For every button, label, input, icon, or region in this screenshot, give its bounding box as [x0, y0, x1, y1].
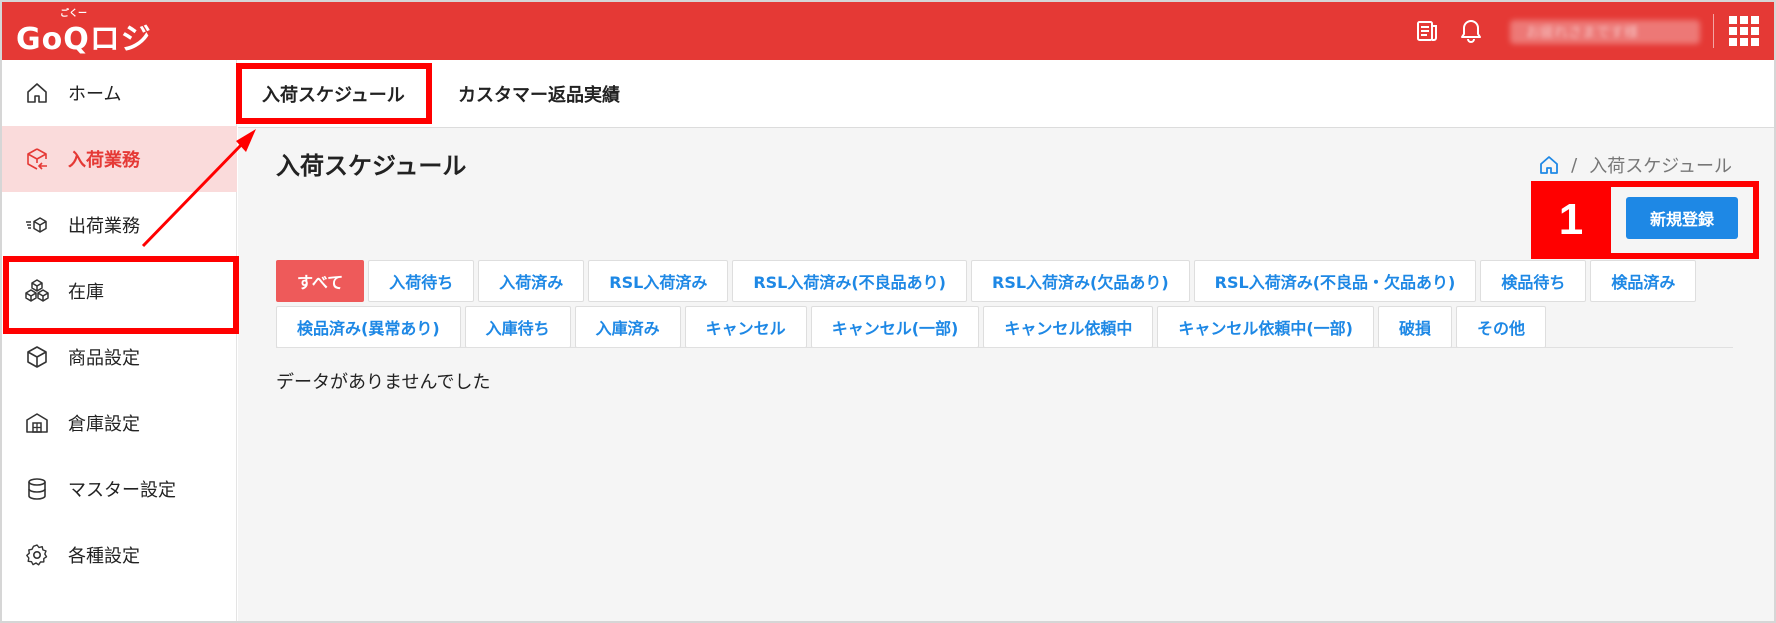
page-title: 入荷スケジュール	[276, 152, 467, 180]
sidebar-item-master-settings[interactable]: マスター設定	[2, 456, 237, 522]
filter-chip[interactable]: RSL入荷済み(不良品・欠品あり)	[1193, 260, 1477, 302]
filter-chip[interactable]: その他	[1456, 306, 1547, 348]
filter-chip[interactable]: キャンセル	[684, 306, 807, 348]
annotation-box-tab	[236, 63, 432, 124]
annotation-box-inventory	[3, 256, 239, 334]
tab-customer-returns[interactable]: カスタマー返品実績	[458, 60, 620, 128]
filter-chip[interactable]: 破損	[1377, 306, 1452, 348]
filter-chip[interactable]: RSL入荷済み(不良品あり)	[732, 260, 967, 302]
sidebar-item-label: 各種設定	[68, 546, 140, 567]
filter-chip[interactable]: キャンセル依頼中(一部)	[1157, 306, 1374, 348]
cube-icon	[24, 344, 50, 370]
filter-chip[interactable]: 検品済み	[1590, 260, 1697, 302]
bell-icon[interactable]	[1458, 18, 1484, 44]
sidebar-item-label: 入荷業務	[68, 150, 140, 171]
sidebar-item-warehouse-settings[interactable]: 倉庫設定	[2, 390, 237, 456]
tab-bar: 入荷スケジュール カスタマー返品実績	[238, 60, 1774, 128]
logo-ruby: ごくー	[60, 9, 88, 19]
breadcrumb-current: 入荷スケジュール	[1589, 156, 1732, 177]
main-content: 入荷スケジュール カスタマー返品実績 入荷スケジュール / 入荷スケジュール 新…	[238, 60, 1774, 621]
logo-text: GoQロジ	[16, 22, 152, 57]
breadcrumb-home-icon[interactable]	[1539, 155, 1559, 175]
box-inbound-icon	[24, 146, 50, 172]
filter-chip[interactable]: キャンセル(一部)	[810, 306, 980, 348]
top-header: GoQロジ ごくー お疲れさまです様	[2, 2, 1774, 60]
sidebar-item-outbound[interactable]: 出荷業務	[2, 192, 237, 258]
filter-chip[interactable]: RSL入荷済み(欠品あり)	[971, 260, 1190, 302]
filter-row-1: すべて 入荷待ち 入荷済み RSL入荷済み RSL入荷済み(不良品あり) RSL…	[276, 260, 1697, 302]
app-logo[interactable]: GoQロジ ごくー	[16, 9, 152, 58]
empty-message: データがありませんでした	[276, 372, 491, 393]
filter-chip[interactable]: 検品済み(異常あり)	[276, 306, 461, 348]
filter-row-2: 検品済み(異常あり) 入庫待ち 入庫済み キャンセル キャンセル(一部) キャン…	[276, 306, 1547, 348]
filter-chip[interactable]: 入庫済み	[574, 306, 681, 348]
database-icon	[24, 476, 50, 502]
app-grid-icon[interactable]	[1729, 16, 1761, 48]
gear-icon	[24, 542, 50, 568]
filter-chip[interactable]: RSL入荷済み	[588, 260, 729, 302]
sidebar-item-home[interactable]: ホーム	[2, 60, 237, 126]
filter-divider	[276, 347, 1733, 348]
filter-chip[interactable]: すべて	[276, 260, 365, 302]
warehouse-icon	[24, 410, 50, 436]
sidebar-item-inbound[interactable]: 入荷業務	[2, 126, 237, 192]
sidebar-item-label: 商品設定	[68, 348, 140, 369]
sidebar-item-label: ホーム	[68, 84, 122, 105]
breadcrumb: / 入荷スケジュール	[1539, 152, 1732, 178]
filter-chip[interactable]: 入荷済み	[478, 260, 585, 302]
sidebar: ホーム 入荷業務 出荷業務 在庫 商品設定 倉庫設定 マスター設定 各種設定	[2, 60, 237, 621]
filter-chip[interactable]: 入荷待ち	[368, 260, 475, 302]
sidebar-item-general-settings[interactable]: 各種設定	[2, 522, 237, 588]
breadcrumb-separator: /	[1571, 154, 1578, 176]
news-icon[interactable]	[1414, 18, 1440, 44]
box-outbound-icon	[24, 212, 50, 238]
user-name[interactable]: お疲れさまです様	[1526, 22, 1638, 42]
annotation-step-number: 1	[1531, 181, 1611, 259]
filter-chip[interactable]: キャンセル依頼中	[983, 306, 1154, 348]
sidebar-item-label: 出荷業務	[68, 216, 140, 237]
sidebar-item-label: 倉庫設定	[68, 414, 140, 435]
header-divider	[1713, 14, 1714, 48]
filter-chip[interactable]: 入庫待ち	[464, 306, 571, 348]
filter-chip[interactable]: 検品待ち	[1480, 260, 1587, 302]
home-icon	[24, 80, 50, 106]
sidebar-item-label: マスター設定	[68, 480, 176, 501]
